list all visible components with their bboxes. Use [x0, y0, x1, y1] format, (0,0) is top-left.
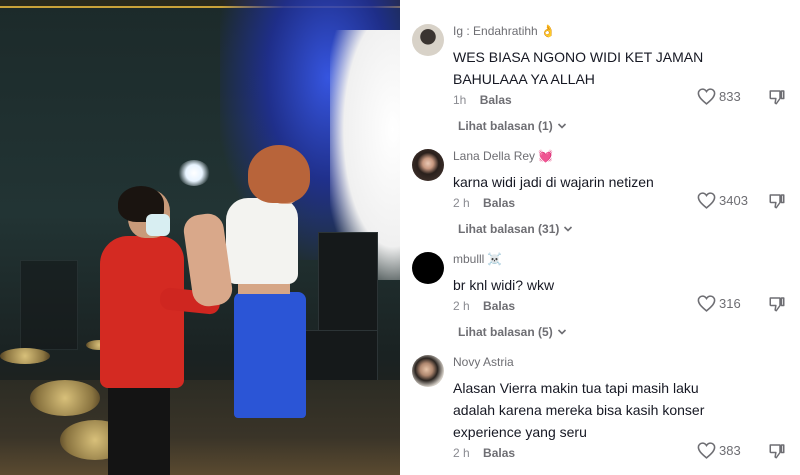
video-player[interactable] [0, 0, 400, 475]
comment-text: WES BIASA NGONO WIDI KET JAMAN BAHULAAA … [453, 49, 704, 87]
thumbs-down-icon[interactable] [768, 192, 786, 210]
avatar[interactable] [412, 24, 444, 56]
like-button[interactable]: 383 [697, 442, 741, 459]
performer-blue-pants [234, 292, 306, 418]
thumbs-down-icon[interactable] [768, 442, 786, 460]
comment-text: Alasan Vierra makin tua tapi masih laku … [453, 380, 705, 440]
avatar[interactable] [412, 149, 444, 181]
view-replies-link[interactable]: Lihat balasan (5) [458, 325, 567, 339]
like-button[interactable]: 3403 [697, 192, 748, 209]
thumbs-down-icon[interactable] [768, 295, 786, 313]
comment-username[interactable]: Lana Della Rey 💓 [453, 149, 553, 163]
drum-kit [30, 380, 100, 416]
comment-text: br knl widi? wkw [453, 277, 555, 293]
speaker-stack [20, 260, 78, 350]
reply-button[interactable]: Balas [483, 446, 515, 460]
comment-meta: 2 h Balas [453, 196, 515, 210]
comment-time: 2 h [453, 446, 470, 460]
comment-username[interactable]: Novy Astria [453, 355, 514, 369]
comment-text: karna widi jadi di wajarin netizen [453, 174, 654, 190]
username-emoji: ☠️ [487, 252, 503, 266]
comment-time: 1h [453, 93, 467, 107]
reply-button[interactable]: Balas [483, 299, 515, 313]
reply-button[interactable]: Balas [480, 93, 512, 107]
like-button[interactable]: 316 [697, 295, 741, 312]
speaker-stack [318, 232, 378, 332]
like-count: 3403 [719, 193, 748, 208]
like-count: 833 [719, 89, 741, 104]
chevron-down-icon [557, 123, 566, 129]
heart-outline-icon [697, 192, 716, 209]
avatar[interactable] [412, 355, 444, 387]
like-count: 383 [719, 443, 741, 458]
comment-meta: 1h Balas [453, 93, 512, 107]
comment-username[interactable]: Ig : Endahratihh 👌 [453, 24, 556, 38]
thumbs-down-icon[interactable] [768, 88, 786, 106]
comment-time: 2 h [453, 299, 470, 313]
view-replies-link[interactable]: Lihat balasan (1) [458, 119, 567, 133]
view-replies-link[interactable]: Lihat balasan (31) [458, 222, 573, 236]
comment-time: 2 h [453, 196, 470, 210]
like-count: 316 [719, 296, 741, 311]
username-emoji: 💓 [538, 149, 554, 163]
avatar[interactable] [412, 252, 444, 284]
face-mask [146, 214, 170, 236]
reply-button[interactable]: Balas [483, 196, 515, 210]
performer-red-shirt [100, 236, 184, 388]
comment-username[interactable]: mbulll ☠️ [453, 252, 502, 266]
comments-panel: Ig : Endahratihh 👌 WES BIASA NGONO WIDI K… [400, 0, 800, 475]
chevron-down-icon [557, 329, 566, 335]
heart-outline-icon [697, 88, 716, 105]
username-emoji: 👌 [540, 24, 556, 38]
performer-white-top [226, 198, 298, 284]
chevron-down-icon [564, 226, 573, 232]
drum-cymbal [0, 348, 50, 364]
spotlight [178, 160, 210, 186]
comment-meta: 2 h Balas [453, 299, 515, 313]
like-button[interactable]: 833 [697, 88, 741, 105]
performer-red-legs [108, 384, 170, 475]
performer-hair [248, 145, 310, 203]
heart-outline-icon [697, 295, 716, 312]
comment-meta: 2 h Balas [453, 446, 515, 460]
heart-outline-icon [697, 442, 716, 459]
